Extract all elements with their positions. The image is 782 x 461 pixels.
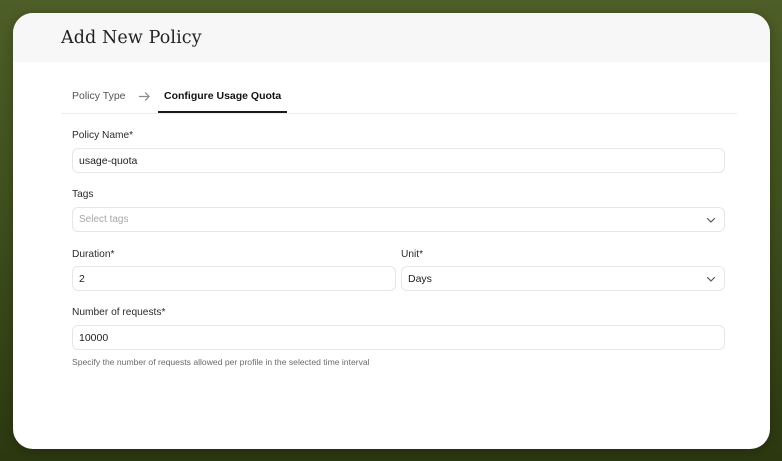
modal-title: Add New Policy xyxy=(61,27,202,48)
step-configure-usage-quota[interactable]: Configure Usage Quota xyxy=(158,79,288,113)
unit-value: Days xyxy=(408,272,432,285)
policy-name-value: usage-quota xyxy=(79,154,138,167)
tags-label: Tags xyxy=(72,189,94,200)
requests-value: 10000 xyxy=(79,331,109,344)
step-policy-type[interactable]: Policy Type xyxy=(72,79,126,113)
duration-value: 2 xyxy=(79,272,85,285)
chevron-down-icon xyxy=(706,276,716,282)
policy-name-input[interactable]: usage-quota xyxy=(72,148,725,173)
modal-header: Add New Policy xyxy=(13,13,770,62)
add-policy-modal: Add New Policy Policy Type Configure Usa… xyxy=(13,13,770,449)
requests-helper-text: Specify the number of requests allowed p… xyxy=(72,357,370,367)
unit-label: Unit* xyxy=(401,249,424,260)
requests-label: Number of requests* xyxy=(72,307,166,318)
chevron-down-icon xyxy=(706,217,716,223)
policy-name-label: Policy Name* xyxy=(72,130,134,141)
tags-placeholder: Select tags xyxy=(79,214,129,225)
unit-select[interactable]: Days xyxy=(401,266,725,291)
requests-input[interactable]: 10000 xyxy=(72,325,725,350)
arrow-right-icon xyxy=(138,92,150,101)
stepper: Policy Type Configure Usage Quota xyxy=(61,79,737,114)
tags-select[interactable]: Select tags xyxy=(72,207,725,232)
duration-input[interactable]: 2 xyxy=(72,266,396,291)
duration-label: Duration* xyxy=(72,249,115,260)
